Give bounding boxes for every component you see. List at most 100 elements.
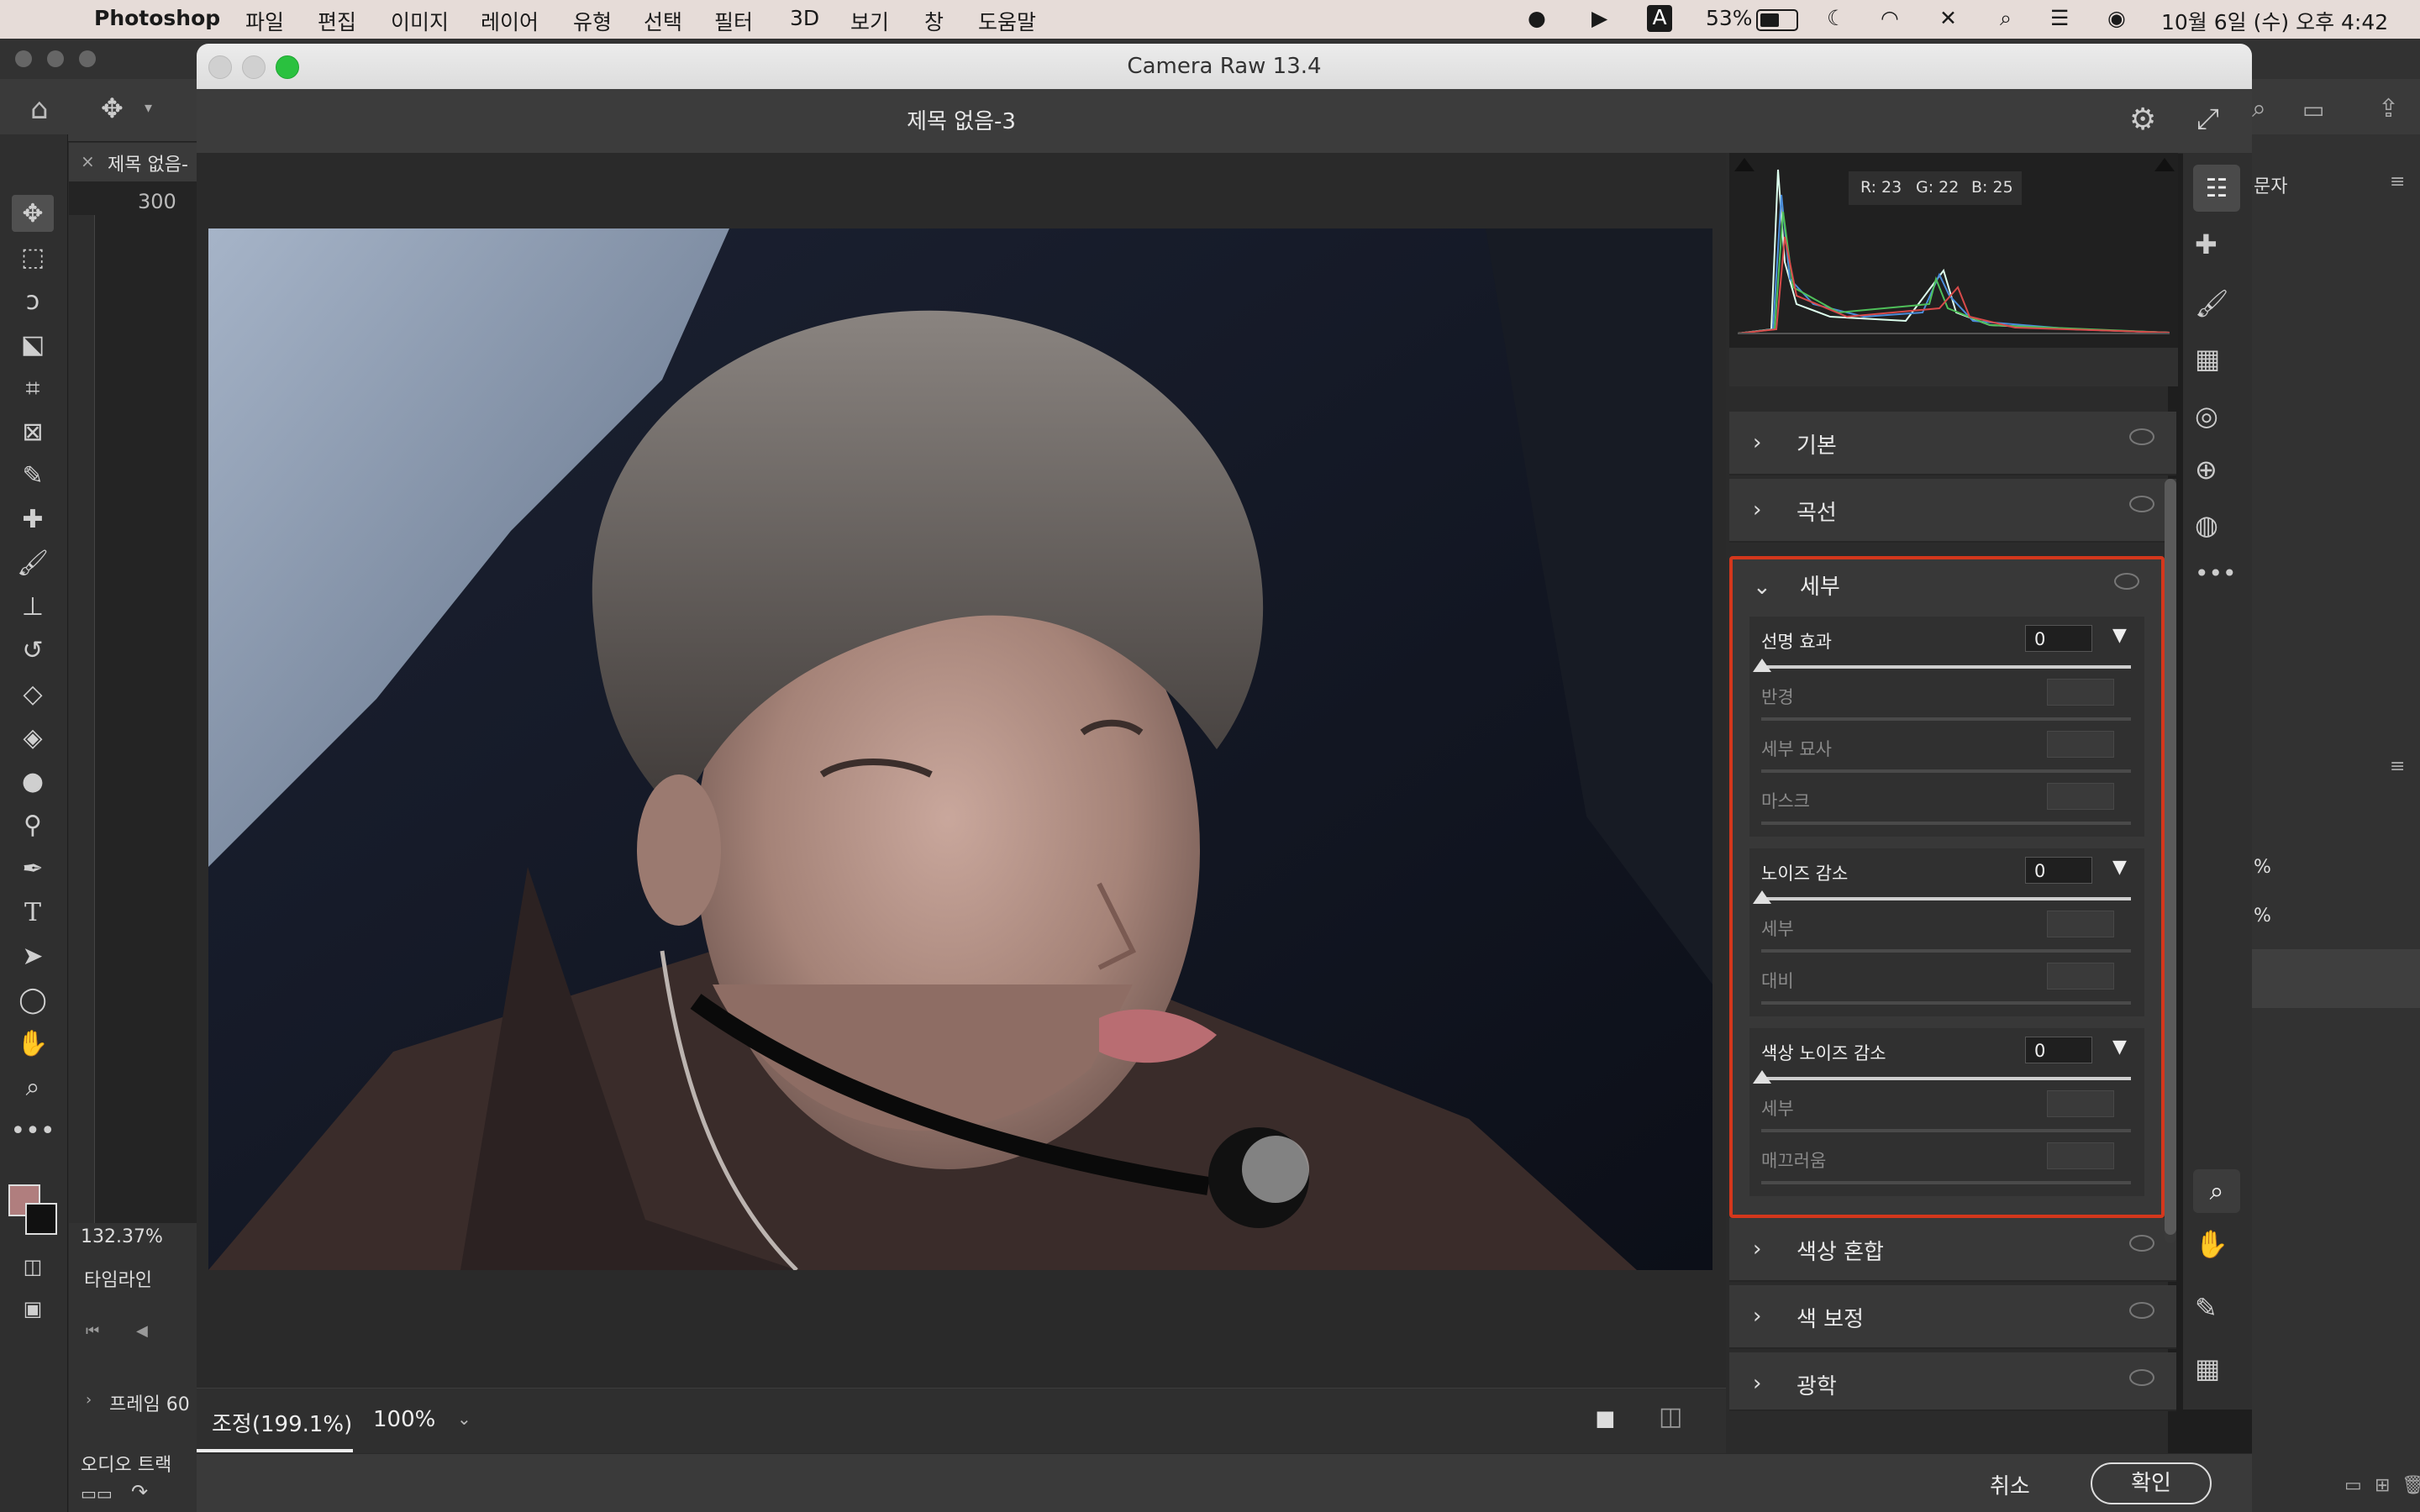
- timeline-mode-icon[interactable]: ▭▭: [81, 1483, 113, 1504]
- more-tools-icon[interactable]: •••: [10, 1112, 55, 1149]
- play-icon[interactable]: ▶: [1591, 6, 1607, 30]
- paint-bucket-tool-icon[interactable]: ◈: [12, 719, 54, 756]
- app-menu[interactable]: Photoshop: [94, 6, 220, 30]
- pen-tool-icon[interactable]: ✒: [12, 850, 54, 887]
- menu-filter[interactable]: 필터: [714, 6, 753, 36]
- section-basic[interactable]: › 기본: [1729, 412, 2176, 475]
- eye-icon[interactable]: [2129, 428, 2154, 445]
- noise-reduction-slider[interactable]: [1761, 897, 2131, 900]
- marquee-tool-icon[interactable]: ⬚: [12, 239, 54, 276]
- menu-select[interactable]: 선택: [644, 6, 682, 36]
- noise-contrast-slider[interactable]: [1761, 1001, 2131, 1005]
- hand-tool-icon[interactable]: ✋: [12, 1025, 54, 1062]
- ok-button[interactable]: 확인: [2091, 1462, 2212, 1504]
- quick-mask-icon[interactable]: ◫: [12, 1248, 54, 1285]
- menu-edit[interactable]: 편집: [318, 6, 356, 36]
- ps-zoom-button[interactable]: [79, 50, 96, 67]
- timeline-tab[interactable]: 타임라인: [84, 1265, 152, 1292]
- before-after-icon[interactable]: ◫: [1659, 1402, 1682, 1431]
- ps-close-button[interactable]: [15, 50, 32, 67]
- ps-minimize-button[interactable]: [47, 50, 64, 67]
- layers-panel-menu-icon[interactable]: ≡: [2390, 756, 2405, 777]
- color-sampler-icon[interactable]: ✎: [2195, 1292, 2217, 1324]
- hand-icon[interactable]: ✋: [2195, 1228, 2228, 1260]
- window-zoom-button[interactable]: [276, 55, 299, 79]
- character-panel-tab[interactable]: 문자: [2254, 171, 2287, 198]
- color-noise-reduction-expand-icon[interactable]: ▼: [2112, 1037, 2127, 1058]
- wifi-icon[interactable]: ◠: [1881, 6, 1899, 30]
- preview-photo[interactable]: [208, 228, 1712, 1270]
- color-noise-reduction-slider-thumb[interactable]: [1753, 1070, 1771, 1084]
- document-tab[interactable]: × 제목 없음-: [69, 143, 197, 181]
- chevron-down-icon[interactable]: ⌄: [1753, 575, 1771, 600]
- delete-layer-icon[interactable]: 🗑: [2402, 1475, 2420, 1496]
- lasso-tool-icon[interactable]: ↄ: [12, 282, 54, 319]
- graduated-filter-icon[interactable]: ▦: [2195, 343, 2220, 375]
- settings-gear-icon[interactable]: ⚙: [2129, 102, 2156, 137]
- sharpening-expand-icon[interactable]: ▼: [2112, 625, 2127, 646]
- control-center-icon[interactable]: ☰: [2050, 6, 2069, 30]
- sharpening-slider-thumb[interactable]: [1753, 659, 1771, 672]
- sharpening-slider[interactable]: [1761, 665, 2131, 669]
- stamp-tool-icon[interactable]: ⊥: [12, 588, 54, 625]
- eye-icon[interactable]: [2129, 1369, 2154, 1386]
- panel-menu-icon[interactable]: ≡: [2390, 171, 2405, 192]
- zoom-tool-icon[interactable]: ⌕: [12, 1068, 54, 1105]
- menu-image[interactable]: 이미지: [391, 6, 449, 36]
- healing-icon[interactable]: ✚: [2195, 228, 2217, 260]
- window-close-button[interactable]: [208, 55, 232, 79]
- ellipse-tool-icon[interactable]: ◯: [12, 981, 54, 1018]
- more-options-icon[interactable]: •••: [2195, 559, 2237, 587]
- menu-file[interactable]: 파일: [245, 6, 284, 36]
- zoom-dropdown-chevron-icon[interactable]: ⌄: [457, 1409, 471, 1429]
- home-icon[interactable]: ⌂: [30, 92, 49, 126]
- skip-back-icon[interactable]: ⏮: [86, 1322, 99, 1340]
- object-select-tool-icon[interactable]: ⬕: [12, 326, 54, 363]
- sharpening-input[interactable]: 0: [2025, 625, 2092, 652]
- render-icon[interactable]: ↷: [131, 1480, 148, 1504]
- tab-close-icon[interactable]: ×: [81, 151, 95, 171]
- healing-brush-tool-icon[interactable]: ✚: [12, 501, 54, 538]
- section-curve[interactable]: › 곡선: [1729, 479, 2176, 543]
- background-color-swatch[interactable]: [25, 1203, 57, 1235]
- move-tool-option-icon[interactable]: ✥: [101, 92, 124, 124]
- mute-icon[interactable]: ✕: [1939, 6, 1957, 30]
- notification-icon[interactable]: ●: [1528, 6, 1546, 30]
- move-tool-icon[interactable]: ✥: [12, 195, 54, 232]
- adjustment-brush-icon[interactable]: 🖌: [2195, 287, 2229, 319]
- color-smoothness-input[interactable]: [2047, 1142, 2114, 1169]
- panel-scrollbar-thumb[interactable]: [2165, 479, 2176, 1235]
- single-view-icon[interactable]: ◼: [1595, 1404, 1616, 1433]
- eye-icon[interactable]: [2129, 1235, 2154, 1252]
- radial-filter-icon[interactable]: ◎: [2195, 400, 2218, 432]
- type-tool-icon[interactable]: T: [12, 894, 54, 931]
- section-color-grading[interactable]: › 색 보정: [1729, 1285, 2176, 1349]
- menu-type[interactable]: 유형: [573, 6, 612, 36]
- blur-tool-icon[interactable]: ●: [12, 763, 54, 800]
- battery-icon[interactable]: [1756, 9, 1798, 31]
- section-optics[interactable]: › 광학: [1729, 1352, 2176, 1411]
- edit-sliders-icon[interactable]: ☷: [2193, 165, 2240, 212]
- masking-input[interactable]: [2047, 783, 2114, 810]
- screen-mode-icon[interactable]: ▣: [12, 1290, 54, 1327]
- ime-badge[interactable]: A: [1647, 5, 1672, 32]
- noise-detail-input[interactable]: [2047, 911, 2114, 937]
- frame-tool-icon[interactable]: ⊠: [12, 413, 54, 450]
- eyedropper-tool-icon[interactable]: ✎: [12, 457, 54, 494]
- zoom-icon[interactable]: ⌕: [2193, 1169, 2240, 1213]
- grid-overlay-icon[interactable]: ▦: [2195, 1352, 2220, 1384]
- menu-layer[interactable]: 레이어: [481, 6, 539, 36]
- noise-reduction-input[interactable]: 0: [2025, 857, 2092, 884]
- fit-zoom-button[interactable]: 조정(199.1%): [212, 1407, 352, 1438]
- noise-reduction-slider-thumb[interactable]: [1753, 890, 1771, 904]
- menu-help[interactable]: 도움말: [978, 6, 1036, 36]
- color-smoothness-slider[interactable]: [1761, 1181, 2131, 1184]
- zoom-100-button[interactable]: 100%: [373, 1407, 435, 1432]
- presets-icon[interactable]: ◍: [2195, 509, 2218, 541]
- cancel-button[interactable]: 취소: [1990, 1469, 2030, 1500]
- moon-icon[interactable]: ☾: [1827, 6, 1845, 30]
- spotlight-search-icon[interactable]: ⌕: [2000, 6, 2012, 31]
- noise-reduction-expand-icon[interactable]: ▼: [2112, 857, 2127, 878]
- menu-3d[interactable]: 3D: [790, 6, 819, 30]
- dodge-tool-icon[interactable]: ⚲: [12, 806, 54, 843]
